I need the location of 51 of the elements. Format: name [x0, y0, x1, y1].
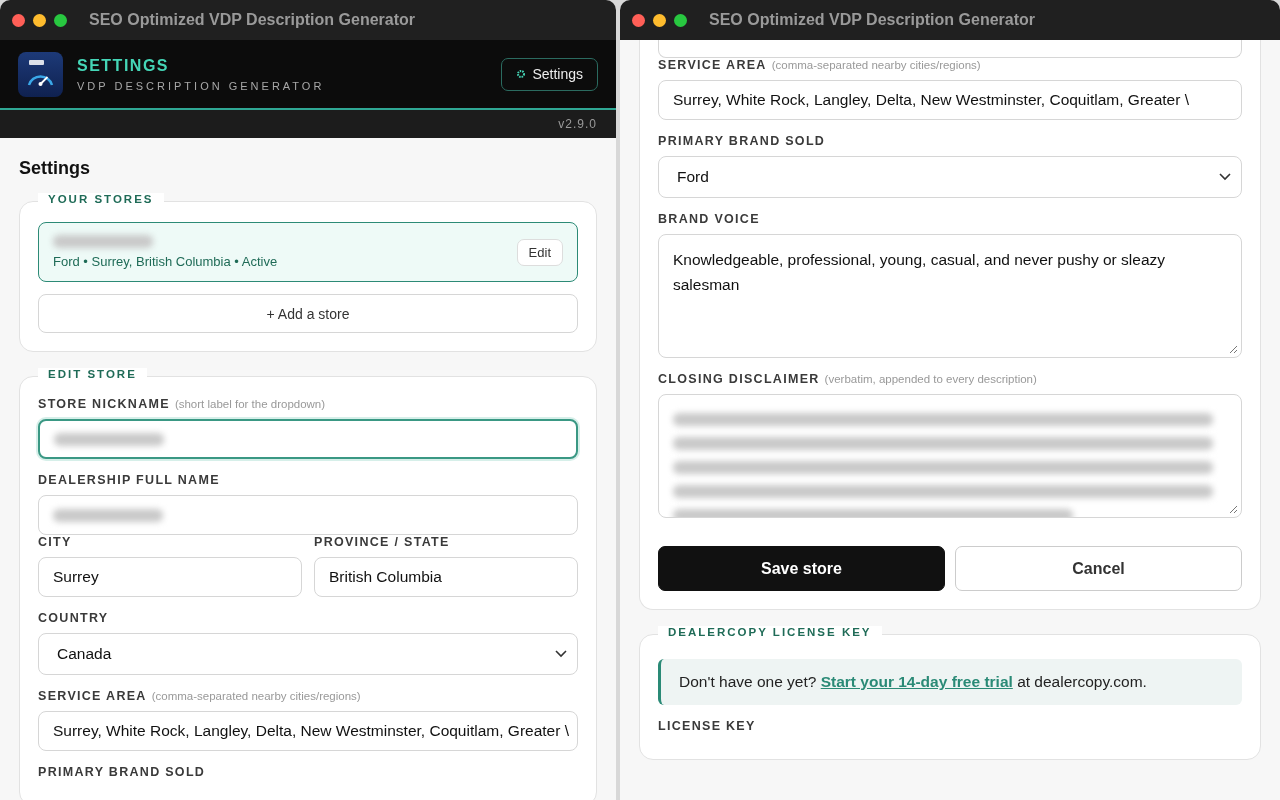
field-label: STORE NICKNAME (short label for the dropdown)	[38, 397, 327, 411]
field-label: DEALERSHIP FULL NAME	[38, 473, 221, 487]
field-label: BRAND VOICE	[658, 212, 761, 226]
section-legend: EDIT STORE	[38, 368, 147, 380]
save-button[interactable]: Save store	[658, 546, 945, 591]
maximize-icon[interactable]	[674, 13, 687, 27]
callout-text: Don't have one yet? Start your 14-day free trial at dealercopy.com.	[679, 673, 1147, 690]
select-field[interactable]: Ford	[658, 156, 1242, 198]
add-store-button[interactable]: + Add a store	[38, 294, 578, 333]
close-icon[interactable]	[632, 13, 645, 27]
chevron-down-icon	[1219, 173, 1231, 181]
select-field[interactable]	[658, 40, 1242, 58]
gauge-logo-icon	[18, 51, 63, 97]
text-area[interactable]: Knowledgeable, professional, young, casual, and never pushy or sleazy salesman	[658, 234, 1242, 358]
trial-link[interactable]: Start your 14-day free trial	[820, 673, 1013, 690]
resize-handle-icon[interactable]	[1229, 505, 1238, 514]
resize-handle-icon[interactable]	[1229, 345, 1238, 354]
window-title: SEO Optimized VDP Description Generator	[709, 11, 1035, 29]
gear-icon	[516, 69, 527, 79]
header-title: SETTINGS	[77, 56, 170, 75]
settings-button[interactable]: Settings	[501, 57, 598, 91]
window-title: SEO Optimized VDP Description Generator	[89, 11, 415, 29]
edit-button[interactable]: Edit	[516, 238, 563, 266]
field-label: CLOSING DISCLAIMER (verbatim, appended to every description)	[658, 372, 1038, 386]
chevron-down-icon	[555, 650, 567, 658]
field-label: PROVINCE / STATE	[314, 535, 451, 549]
field-label: SERVICE AREA (comma-separated nearby cities/regions)	[38, 689, 362, 703]
field-label: COUNTRY	[38, 611, 110, 625]
field-label: PRIMARY BRAND SOLD	[38, 765, 207, 779]
select-field[interactable]: Canada	[38, 633, 578, 675]
field-label: SERVICE AREA (comma-separated nearby cities/regions)	[658, 58, 982, 72]
section-legend: DEALERCOPY LICENSE KEY	[658, 626, 882, 638]
minimize-icon[interactable]	[33, 13, 46, 27]
maximize-icon[interactable]	[54, 13, 67, 27]
header-subtitle: VDP DESCRIPTION GENERATOR	[77, 79, 326, 92]
minimize-icon[interactable]	[653, 13, 666, 27]
section-legend: YOUR STORES	[38, 193, 164, 205]
input-field[interactable]: Surrey, White Rock, Langley, Delta, New Westminster, Coquitlam, Greater \	[658, 80, 1242, 120]
field-label: CITY	[38, 535, 73, 549]
store-item[interactable]: Ford • Surrey, British Columbia • Active Edit	[38, 222, 578, 282]
page-title: Settings	[19, 158, 91, 179]
store-details: Ford • Surrey, British Columbia • Active	[53, 254, 278, 269]
input-field[interactable]: Surrey, White Rock, Langley, Delta, New Westminster, Coquitlam, Greater \	[38, 711, 578, 751]
field-label: PRIMARY BRAND SOLD	[658, 134, 827, 148]
input-field[interactable]	[38, 419, 578, 459]
input-field[interactable]: Surrey	[38, 557, 302, 597]
input-field[interactable]: British Columbia	[314, 557, 578, 597]
close-icon[interactable]	[12, 13, 25, 27]
cancel-button[interactable]: Cancel	[955, 546, 1242, 591]
version-label: v2.9.0	[558, 117, 597, 131]
field-label: LICENSE KEY	[658, 719, 757, 733]
